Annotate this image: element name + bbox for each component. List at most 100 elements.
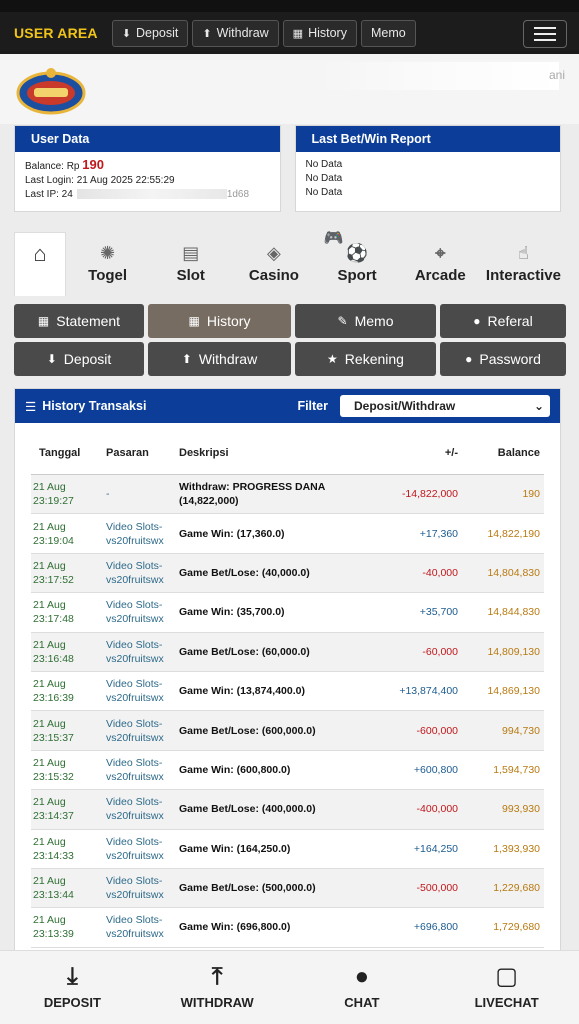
row-balance: 14,809,130	[487, 645, 540, 658]
row-date: 21 Aug 23:17:52	[31, 559, 106, 587]
row-date-day: 21 Aug	[33, 678, 66, 691]
row-market: Video Slots-vs20fruitswx	[106, 835, 179, 863]
row-description: Game Win: (13,874,400.0)	[179, 685, 305, 698]
site-header: ani	[0, 54, 579, 124]
row-description: Game Bet/Lose: (500,000.0)	[179, 882, 316, 895]
deposit-button[interactable]: ⬇ Deposit	[14, 342, 144, 376]
username-blur-area	[319, 62, 559, 90]
touch-hand-icon: ☝	[517, 243, 529, 263]
password-button[interactable]: ● Password	[440, 342, 566, 376]
row-market: Video Slots-vs20fruitswx	[106, 638, 179, 666]
download-tray-icon: ⤓	[67, 963, 78, 990]
tab-sport[interactable]: 🎮 ⚽ Sport	[316, 230, 399, 296]
nav-withdraw-label: Withdraw	[216, 26, 269, 40]
bottom-chat-button[interactable]: ● CHAT	[290, 951, 435, 1024]
row-balance: 14,844,830	[487, 606, 540, 619]
col-pasaran: Pasaran	[106, 446, 149, 459]
edit-icon: ✎	[337, 314, 348, 328]
calendar-icon: ▦	[37, 314, 50, 328]
row-amount: +13,874,400	[399, 685, 458, 698]
bottom-withdraw-button[interactable]: ⤒ WITHDRAW	[145, 951, 290, 1024]
nav-memo-label: Memo	[370, 26, 406, 40]
user-data-body: Balance: Rp 190 Last Login: 21 Aug 2025 …	[15, 152, 280, 208]
memo-button[interactable]: ✎ Memo	[295, 304, 436, 338]
table-row: 21 Aug 23:15:37 Video Slots-vs20fruitswx Ga…	[31, 711, 544, 751]
row-market-line2: vs20fruitswx	[106, 613, 164, 626]
bottom-withdraw-label: WITHDRAW	[180, 995, 254, 1010]
tab-casino-label: Casino	[248, 267, 299, 284]
tab-arcade-label: Arcade	[414, 267, 466, 284]
row-amount: +696,800	[413, 921, 458, 934]
row-date-time: 23:13:39	[33, 928, 74, 941]
filter-select[interactable]: Deposit/Withdraw ⌄	[340, 395, 550, 417]
list-icon: ☰	[25, 399, 37, 414]
nav-memo-button[interactable]: Memo	[360, 19, 416, 47]
table-row: 21 Aug 23:19:04 Video Slots-vs20fruitswx Ga…	[31, 514, 544, 554]
row-market-line2: vs20fruitswx	[106, 849, 164, 862]
report-line: No Data	[305, 187, 343, 198]
referal-button[interactable]: ● Referal	[440, 304, 566, 338]
statement-button[interactable]: ▦ Statement	[14, 304, 144, 338]
last-ip-label: Last IP: 24	[25, 189, 73, 200]
nav-withdraw-button[interactable]: ⬆ Withdraw	[192, 19, 279, 47]
report-card: Last Bet/Win Report No Data No Data No D…	[294, 125, 561, 212]
withdraw-icon: ⬆	[202, 27, 212, 40]
bottom-nav: ⤓ DEPOSIT ⤒ WITHDRAW ● CHAT ▢ LIVECHAT	[0, 950, 579, 1024]
row-market: Video Slots-vs20fruitswx	[106, 598, 179, 626]
tab-casino[interactable]: ◈ Casino	[232, 232, 315, 296]
user-icon: ●	[465, 352, 473, 366]
tab-togel[interactable]: ✺ Togel	[66, 232, 149, 296]
row-date-time: 23:15:32	[33, 770, 74, 783]
top-navbar: USER AREA ⬇ Deposit ⬆ Withdraw ▦ History…	[0, 12, 579, 54]
user-data-card: User Data Balance: Rp 190 Last Login: 21…	[14, 125, 281, 212]
hamburger-menu-icon[interactable]	[523, 20, 567, 48]
row-date-day: 21 Aug	[33, 520, 66, 533]
row-date-time: 23:19:27	[33, 495, 74, 508]
row-description: Game Win: (164,250.0)	[179, 842, 291, 855]
chat-bubble-icon: ●	[354, 963, 370, 990]
row-balance: 994,730	[502, 724, 540, 737]
nav-deposit-button[interactable]: ⬇ Deposit	[111, 19, 189, 47]
tab-home[interactable]: ⌂	[14, 232, 66, 296]
tab-arcade[interactable]: ⌖ Arcade	[399, 232, 482, 296]
bottom-deposit-button[interactable]: ⤓ DEPOSIT	[0, 951, 145, 1024]
row-date-day: 21 Aug	[33, 481, 66, 494]
history-button[interactable]: ▦ History	[148, 304, 291, 338]
row-date: 21 Aug 23:19:04	[31, 520, 106, 548]
table-header: Tanggal Pasaran Deskripsi +/- Balance	[31, 431, 544, 475]
row-amount: -40,000	[422, 566, 458, 579]
row-date-time: 23:16:48	[33, 652, 74, 665]
site-logo[interactable]	[16, 66, 86, 116]
row-amount: +600,800	[413, 763, 458, 776]
row-balance: 14,869,130	[487, 685, 540, 698]
row-balance: 1,729,680	[493, 921, 540, 934]
row-market-line1: Video Slots-	[106, 717, 163, 730]
tab-slot[interactable]: ▤ Slot	[149, 232, 232, 296]
nav-history-button[interactable]: ▦ History	[282, 19, 357, 47]
row-market-line2: vs20fruitswx	[106, 889, 164, 902]
tab-interactive[interactable]: ☝ Interactive	[482, 232, 565, 296]
tab-togel-label: Togel	[88, 267, 128, 284]
row-market: Video Slots-vs20fruitswx	[106, 559, 179, 587]
row-date-time: 23:17:48	[33, 613, 74, 626]
withdraw-button[interactable]: ⬆ Withdraw	[148, 342, 291, 376]
user-icon: ●	[473, 314, 481, 328]
row-date: 21 Aug 23:13:44	[31, 874, 106, 902]
row-date-time: 23:14:33	[33, 849, 74, 862]
row-market: Video Slots-vs20fruitswx	[106, 520, 179, 548]
row-market-line2: vs20fruitswx	[106, 810, 164, 823]
row-date: 21 Aug 23:15:37	[31, 717, 106, 745]
row-description: Game Win: (600,800.0)	[179, 763, 291, 776]
row-date-time: 23:19:04	[33, 534, 74, 547]
bottom-livechat-button[interactable]: ▢ LIVECHAT	[434, 951, 579, 1024]
history-icon: ▦	[292, 27, 304, 40]
row-date: 21 Aug 23:14:33	[31, 835, 106, 863]
row-market-line2: vs20fruitswx	[106, 731, 164, 744]
row-date-time: 23:13:44	[33, 889, 74, 902]
table-row: 21 Aug 23:14:33 Video Slots-vs20fruitswx Ga…	[31, 830, 544, 869]
row-balance: 1,229,680	[493, 882, 540, 895]
row-market-line1: Video Slots-	[106, 835, 163, 848]
row-date: 21 Aug 23:17:48	[31, 598, 106, 626]
rekening-button[interactable]: ★ Rekening	[295, 342, 436, 376]
row-description: Game Win: (696,800.0)	[179, 921, 291, 934]
